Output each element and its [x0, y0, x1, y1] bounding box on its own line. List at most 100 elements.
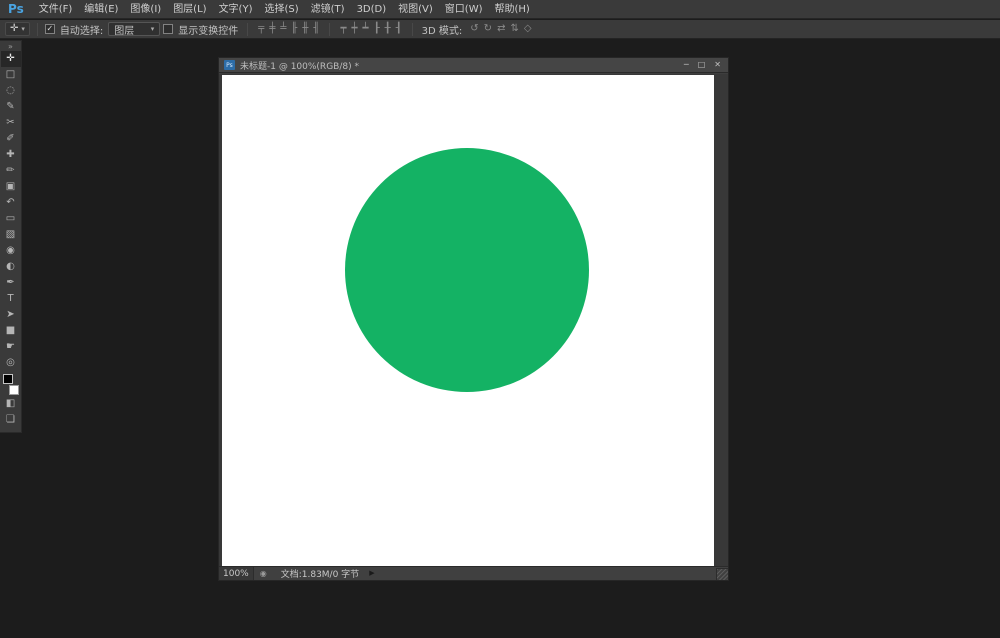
menu-type[interactable]: 文字(Y) — [213, 0, 259, 19]
gradient-tool-icon: ▧ — [6, 230, 15, 240]
tool-eyedropper[interactable]: ✐ — [1, 131, 21, 147]
tool-lasso[interactable]: ◌ — [1, 83, 21, 99]
tool-rectangular-marquee[interactable]: □ — [1, 67, 21, 83]
tool-zoom[interactable]: ◎ — [1, 355, 21, 371]
distribute-top-edges-icon[interactable]: ┯ — [340, 24, 346, 34]
3d-roll-icon[interactable]: ↻ — [484, 24, 492, 34]
menu-file[interactable]: 文件(F) — [33, 0, 79, 19]
tool-clone-stamp[interactable]: ▣ — [1, 179, 21, 195]
status-icon: ◉ — [260, 570, 267, 578]
menu-layer[interactable]: 图层(L) — [167, 0, 212, 19]
separator — [247, 23, 248, 36]
tool-blur[interactable]: ◉ — [1, 243, 21, 259]
tool-history-brush[interactable]: ↶ — [1, 195, 21, 211]
document-status-bar: 100% ◉ 文档:1.83M/0 字节 ▶ — [219, 566, 728, 580]
menu-image[interactable]: 图像(I) — [124, 0, 167, 19]
tool-crop[interactable]: ✂ — [1, 115, 21, 131]
auto-select-target-dropdown[interactable]: 图层 ▾ — [108, 22, 160, 36]
separator — [37, 23, 38, 36]
tool-hand[interactable]: ☛ — [1, 339, 21, 355]
3d-drag-icon[interactable]: ⇄ — [497, 24, 505, 34]
show-transform-checkbox[interactable] — [163, 24, 173, 34]
quick-selection-tool-icon: ✎ — [6, 102, 14, 112]
separator — [329, 23, 330, 36]
align-bottom-edges-icon[interactable]: ╧ — [280, 24, 286, 34]
hand-tool-icon: ☛ — [6, 342, 15, 352]
chevron-down-icon: ▾ — [21, 26, 25, 33]
menu-help[interactable]: 帮助(H) — [489, 0, 536, 19]
crop-tool-icon: ✂ — [6, 118, 14, 128]
screen-mode-icon: ❏ — [6, 415, 15, 425]
options-bar: ✛ ▾ ✓ 自动选择: 图层 ▾ 显示变换控件 ╤ ╪ ╧ ╟ ╫ ╢ ┯ ┿ … — [0, 20, 1000, 39]
clone-stamp-tool-icon: ▣ — [6, 182, 15, 192]
tool-brush[interactable]: ✏ — [1, 163, 21, 179]
separator — [412, 23, 413, 36]
menu-view[interactable]: 视图(V) — [392, 0, 439, 19]
tools-panel: » ✛ □ ◌ ✎ ✂ ✐ ✚ ✏ ▣ ↶ ▭ ▧ ◉ ◐ ✒ T ➤ ■ ☛ … — [0, 40, 22, 433]
align-vertical-centers-icon[interactable]: ╪ — [269, 24, 275, 34]
tool-eraser[interactable]: ▭ — [1, 211, 21, 227]
brush-tool-icon: ✏ — [6, 166, 14, 176]
tool-preset-picker[interactable]: ✛ ▾ — [5, 22, 30, 36]
document-titlebar[interactable]: Ps 未标题-1 @ 100%(RGB/8) * ─ □ ✕ — [219, 58, 728, 73]
minimize-icon[interactable]: ─ — [684, 61, 689, 69]
auto-select-label: 自动选择: — [60, 22, 103, 37]
healing-brush-tool-icon: ✚ — [6, 150, 14, 160]
align-top-edges-icon[interactable]: ╤ — [258, 24, 264, 34]
align-horizontal-centers-icon[interactable]: ╫ — [302, 24, 308, 34]
document-viewport — [219, 74, 728, 566]
distribute-icons-group: ┯ ┿ ┷ ┠ ╂ ┨ — [340, 24, 401, 34]
zoom-tool-icon: ◎ — [6, 358, 15, 368]
tool-move[interactable]: ✛ — [1, 51, 21, 67]
move-tool-preset-icon: ✛ — [10, 24, 18, 34]
menu-select[interactable]: 选择(S) — [258, 0, 304, 19]
foreground-color-swatch[interactable] — [3, 374, 13, 384]
tool-quick-selection[interactable]: ✎ — [1, 99, 21, 115]
maximize-icon[interactable]: □ — [698, 61, 706, 69]
align-icons-group: ╤ ╪ ╧ ╟ ╫ ╢ — [258, 24, 319, 34]
tool-quick-mask[interactable]: ◧ — [1, 396, 21, 412]
document-title: 未标题-1 @ 100%(RGB/8) * — [240, 59, 359, 72]
document-window: Ps 未标题-1 @ 100%(RGB/8) * ─ □ ✕ 100% ◉ 文档… — [218, 57, 729, 581]
tool-shape[interactable]: ■ — [1, 323, 21, 339]
canvas[interactable] — [222, 75, 714, 566]
close-icon[interactable]: ✕ — [714, 61, 721, 69]
dodge-tool-icon: ◐ — [6, 262, 15, 272]
distribute-bottom-edges-icon[interactable]: ┷ — [363, 24, 369, 34]
zoom-level-field[interactable]: 100% — [219, 567, 254, 580]
menu-edit[interactable]: 编辑(E) — [78, 0, 124, 19]
tool-healing-brush[interactable]: ✚ — [1, 147, 21, 163]
tool-type[interactable]: T — [1, 291, 21, 307]
align-left-edges-icon[interactable]: ╟ — [291, 24, 297, 34]
distribute-horizontal-centers-icon[interactable]: ╂ — [385, 24, 391, 34]
distribute-right-edges-icon[interactable]: ┨ — [396, 24, 402, 34]
menu-3d[interactable]: 3D(D) — [351, 0, 393, 19]
status-flyout-arrow-icon[interactable]: ▶ — [369, 570, 374, 577]
3d-scale-icon[interactable]: ◇ — [524, 24, 532, 34]
menu-window[interactable]: 窗口(W) — [439, 0, 489, 19]
tool-dodge[interactable]: ◐ — [1, 259, 21, 275]
3d-slide-icon[interactable]: ⇅ — [510, 24, 518, 34]
background-color-swatch[interactable] — [9, 385, 19, 395]
auto-select-checkbox[interactable]: ✓ — [45, 24, 55, 34]
tool-path-selection[interactable]: ➤ — [1, 307, 21, 323]
document-size-info: 文档:1.83M/0 字节 — [281, 567, 359, 580]
photoshop-logo: Ps — [4, 2, 33, 16]
resize-grip[interactable] — [716, 568, 728, 580]
pen-tool-icon: ✒ — [6, 278, 14, 288]
distribute-left-edges-icon[interactable]: ┠ — [374, 24, 380, 34]
tool-gradient[interactable]: ▧ — [1, 227, 21, 243]
panel-collapse-button[interactable]: » — [8, 42, 13, 51]
menu-filter[interactable]: 滤镜(T) — [305, 0, 351, 19]
distribute-vertical-centers-icon[interactable]: ┿ — [352, 24, 358, 34]
eraser-tool-icon: ▭ — [6, 214, 15, 224]
lasso-tool-icon: ◌ — [6, 86, 15, 96]
tool-pen[interactable]: ✒ — [1, 275, 21, 291]
align-right-edges-icon[interactable]: ╢ — [313, 24, 319, 34]
menubar: Ps 文件(F) 编辑(E) 图像(I) 图层(L) 文字(Y) 选择(S) 滤… — [0, 0, 1000, 19]
chevron-down-icon: ▾ — [151, 26, 155, 33]
3d-rotate-icon[interactable]: ↺ — [470, 24, 478, 34]
move-tool-icon: ✛ — [6, 54, 14, 64]
path-selection-tool-icon: ➤ — [6, 310, 14, 320]
tool-screen-mode[interactable]: ❏ — [1, 412, 21, 428]
